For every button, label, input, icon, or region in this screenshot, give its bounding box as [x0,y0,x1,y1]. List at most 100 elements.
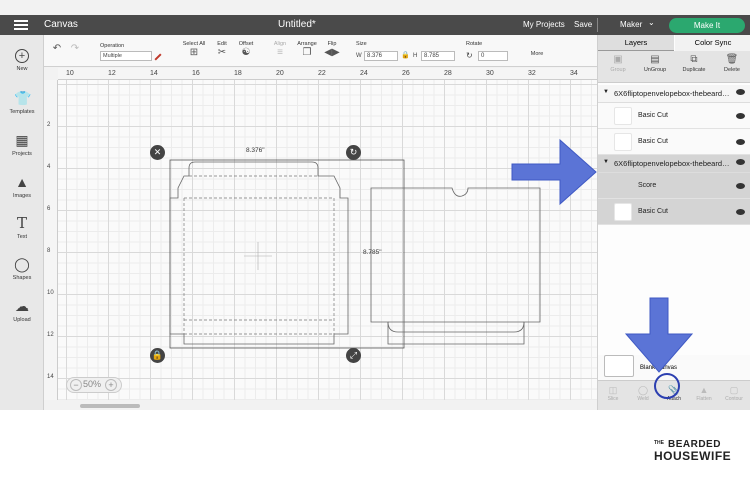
tool-upload[interactable]: ☁ Upload [0,298,44,323]
lock-handle-icon[interactable]: 🔒 [150,348,165,363]
text-t-icon: T [16,214,27,232]
layer-item[interactable]: Basic Cut [598,129,750,155]
layer-item[interactable]: Basic Cut [598,199,750,225]
duplicate-button[interactable]: ⧉ Duplicate [676,53,712,73]
tool-new[interactable]: + New [0,49,44,72]
logo-the: THE [654,440,664,446]
layer-thumbnail [614,107,632,125]
zoom-out-button[interactable]: − [70,379,82,391]
layer-group-name: 6X6fliptopenvelopebox-thebeardedhousewif… [614,89,732,98]
zoom-control: − 50% + [66,377,122,393]
attach-highlight-circle [654,373,680,399]
app-window: Canvas Untitled* My Projects Save Maker … [0,0,750,410]
logo-housewife: HOUSEWIFE [654,449,732,463]
more-button[interactable]: More [522,51,552,57]
eye-icon[interactable] [736,89,745,95]
flip-icon: ◀▶ [324,47,340,58]
rotate-handle-icon[interactable]: ↻ [346,145,361,160]
tool-text[interactable]: T Text [0,215,44,240]
horizontal-scrollbar[interactable] [80,404,140,408]
center-crosshair [244,242,272,270]
offset-button[interactable]: Offset ☯ [234,41,258,59]
header-bar: Canvas Untitled* My Projects Save Maker … [0,15,750,35]
layer-item[interactable]: Basic Cut [598,103,750,129]
projects-icon: ▦ [15,132,29,148]
slice-icon: ◫ [608,385,618,395]
pen-color-icon[interactable] [154,53,164,61]
undo-icon[interactable]: ↶ [50,43,64,55]
ungroup-button[interactable]: ▤ UnGroup [637,53,673,73]
tool-label: Projects [12,151,32,157]
ruler-tick-label: 4 [47,164,51,170]
ruler-tick-label: 20 [276,70,284,77]
eye-icon[interactable] [736,209,745,215]
rotate-input[interactable]: 0 [478,51,508,61]
tab-color-sync[interactable]: Color Sync [675,35,750,51]
layer-group-name: 6X6fliptopenvelopebox-thebeardedhousewif… [614,159,732,168]
zoom-value: 50% [83,379,102,389]
eye-icon[interactable] [736,139,745,145]
tab-layers[interactable]: Layers [598,35,674,51]
tool-templates[interactable]: 👕 Templates [0,90,44,115]
zoom-in-button[interactable]: + [105,379,117,391]
tool-projects[interactable]: ▦ Projects [0,132,44,157]
group-button[interactable]: ▣ Group [600,53,636,73]
layer-group-1[interactable]: ▼ 6X6fliptopenvelopebox-thebeardedhousew… [598,85,750,103]
select-all-button[interactable]: Select All ⊞ [180,41,208,59]
arrange-button[interactable]: Arrange ❐ [294,41,320,59]
layer-name: Basic Cut [638,138,668,145]
layer-actions: ▣ Group ▤ UnGroup ⧉ Duplicate 🗑 Delete [598,51,750,83]
lock-ratio-icon[interactable]: 🔒 [401,51,410,59]
operation-control[interactable]: Operation Multiple [100,43,152,61]
ruler-tick-label: 28 [444,70,452,77]
layer-name: Basic Cut [638,208,668,215]
shirt-icon: 👕 [14,90,32,106]
chevron-down-icon[interactable]: ▼ [603,159,609,165]
right-arrow-annotation [511,138,597,206]
ruler-tick-label: 16 [192,70,200,77]
slice-button[interactable]: ◫ Slice [598,384,628,402]
eye-icon[interactable] [736,113,745,119]
edit-button[interactable]: Edit ✂ [212,41,232,59]
tool-label: Templates [9,109,35,115]
align-button[interactable]: Align ≡ [270,41,290,59]
edit-toolbar: ↶ ↷ Operation Multiple Select All ⊞ Edit… [44,35,597,67]
chevron-down-icon[interactable]: ▼ [603,89,609,95]
chevron-down-icon[interactable]: ⌄ [648,18,655,27]
ruler-tick-label: 24 [360,70,368,77]
tool-label: New [16,66,28,72]
width-dimension: 8.376" [246,147,265,154]
delete-handle-icon[interactable]: ✕ [150,145,165,160]
operation-select[interactable]: Multiple [100,51,152,61]
down-arrow-annotation [624,297,694,373]
layer-name: Basic Cut [638,112,668,119]
machine-selector[interactable]: Maker [620,20,642,29]
layer-thumbnail [614,203,632,221]
flatten-button[interactable]: ▲ Flatten [689,384,719,402]
operation-label: Operation [100,43,125,49]
flip-button[interactable]: Flip ◀▶ [322,41,342,59]
tool-shapes[interactable]: ◯ Shapes [0,256,44,281]
height-input[interactable]: 8.785 [421,51,455,61]
hamburger-menu-icon[interactable] [14,20,28,30]
layer-thumbnail [614,177,632,195]
ruler-tick-label: 14 [47,374,54,380]
save-link[interactable]: Save [574,20,592,29]
delete-button[interactable]: 🗑 Delete [714,53,750,73]
trash-icon: 🗑 [725,54,739,65]
shapes-icon: ◯ [14,256,30,272]
width-input[interactable]: 8.376 [364,51,398,61]
redo-icon[interactable]: ↷ [68,43,82,55]
tool-images[interactable]: ▲ Images [0,174,44,199]
resize-handle-icon[interactable]: ⤢ [346,348,361,363]
layer-item[interactable]: Score [598,173,750,199]
layer-group-2[interactable]: ▼ 6X6fliptopenvelopebox-thebeardedhousew… [598,155,750,173]
eye-icon[interactable] [736,183,745,189]
tool-label: Images [12,193,32,199]
eye-icon[interactable] [736,159,745,165]
my-projects-link[interactable]: My Projects [523,20,565,29]
document-title[interactable]: Untitled* [278,19,316,30]
contour-button[interactable]: ▢ Contour [719,384,749,402]
make-it-button[interactable]: Make It [669,18,745,33]
ruler-tick-label: 14 [150,70,158,77]
